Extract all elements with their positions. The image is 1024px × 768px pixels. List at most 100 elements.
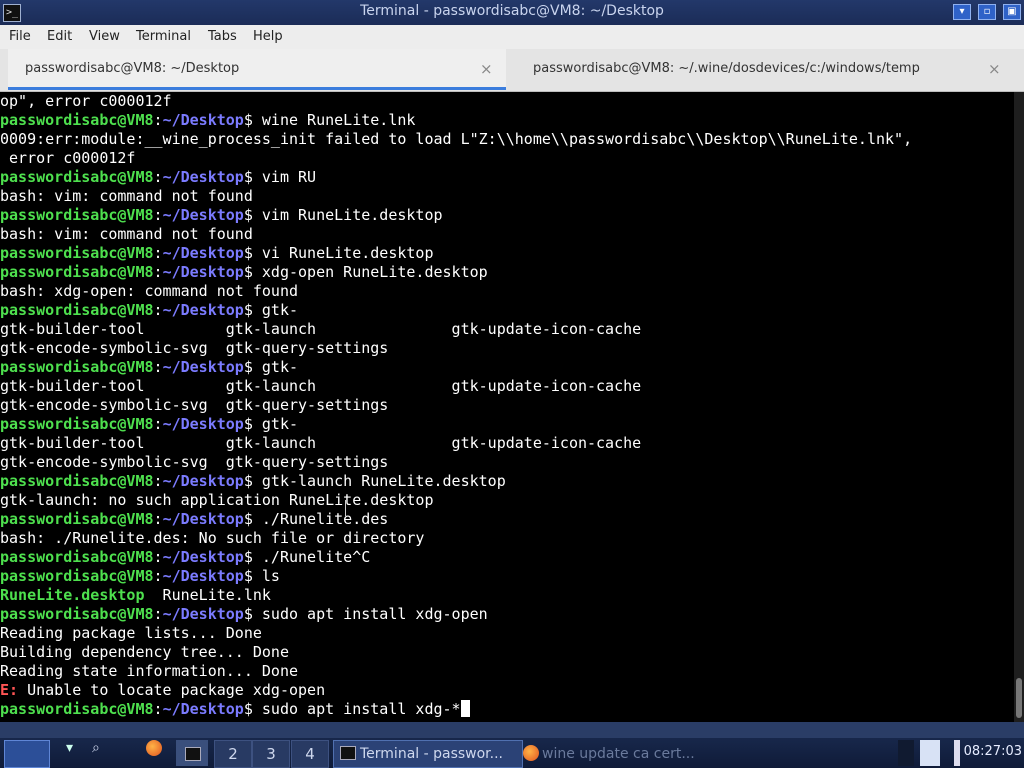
prompt-path: ~/Desktop xyxy=(162,168,244,186)
terminal-launcher-icon[interactable] xyxy=(176,740,208,766)
prompt-path: ~/Desktop xyxy=(162,206,244,224)
terminal-line: passwordisabc@VM8:~/Desktop$ sudo apt in… xyxy=(0,605,1014,624)
terminal-line: bash: vim: command not found xyxy=(0,225,1014,244)
command-text: $ ls xyxy=(243,567,280,585)
prompt-path: ~/Desktop xyxy=(162,605,244,623)
terminal-line: passwordisabc@VM8:~/Desktop$ vim RU xyxy=(0,168,1014,187)
prompt-user: passwordisabc@VM8 xyxy=(0,548,154,566)
window-title: Terminal - passwordisabc@VM8: ~/Desktop xyxy=(360,3,664,19)
prompt-sep: : xyxy=(153,415,163,433)
output-text: op", error c000012f xyxy=(0,92,172,110)
prompt-path: ~/Desktop xyxy=(162,472,244,490)
command-text: $ sudo apt install xdg-open xyxy=(243,605,488,623)
command-text: $ wine RuneLite.lnk xyxy=(243,111,416,129)
display-icon[interactable] xyxy=(920,740,940,766)
prompt-path: ~/Desktop xyxy=(162,358,244,376)
output-text: Reading package lists... Done xyxy=(0,624,262,642)
close-icon[interactable]: ▣ xyxy=(1003,4,1021,20)
tray-indicator-icon[interactable] xyxy=(898,740,914,766)
output-text: bash: vim: command not found xyxy=(0,225,253,243)
terminal-line: E: Unable to locate package xdg-open xyxy=(0,681,1014,700)
scrollbar-thumb[interactable] xyxy=(1016,678,1022,718)
workspace-4[interactable]: 4 xyxy=(291,740,329,768)
tab-label: passwordisabc@VM8: ~/.wine/dosdevices/c:… xyxy=(533,61,920,76)
ls-file: RuneLite.lnk xyxy=(144,586,271,604)
prompt-sep: : xyxy=(153,358,163,376)
tab-desktop[interactable]: passwordisabc@VM8: ~/Desktop × xyxy=(8,49,506,90)
prompt-sep: : xyxy=(153,548,163,566)
command-text: $ gtk- xyxy=(243,301,299,319)
menu-file[interactable]: File xyxy=(9,29,31,44)
window-list-icon[interactable]: ▾ xyxy=(66,740,84,766)
menu-view[interactable]: View xyxy=(89,29,120,44)
prompt-path: ~/Desktop xyxy=(162,510,244,528)
command-text: $ xdg-open RuneLite.desktop xyxy=(243,263,488,281)
minimize-icon[interactable]: ▾ xyxy=(953,4,971,20)
search-icon[interactable]: ⌕ xyxy=(92,740,110,766)
prompt-sep: : xyxy=(153,700,163,718)
output-text: bash: xdg-open: command not found xyxy=(0,282,299,300)
maximize-icon[interactable]: ▫ xyxy=(978,4,996,20)
terminal-line: gtk-builder-tool gtk-launch gtk-update-i… xyxy=(0,320,1014,339)
terminal-line: op", error c000012f xyxy=(0,92,1014,111)
clock[interactable]: 08:27:03 xyxy=(964,744,1022,759)
menu-edit[interactable]: Edit xyxy=(47,29,72,44)
terminal-line: passwordisabc@VM8:~/Desktop$ ls xyxy=(0,567,1014,586)
prompt-sep: : xyxy=(153,567,163,585)
prompt-user: passwordisabc@VM8 xyxy=(0,244,154,262)
command-text: $ gtk- xyxy=(243,415,299,433)
terminal-output[interactable]: op", error c000012f passwordisabc@VM8:~/D… xyxy=(0,92,1014,722)
terminal-line: passwordisabc@VM8:~/Desktop$ gtk- xyxy=(0,415,1014,434)
output-text: Unable to locate package xdg-open xyxy=(18,681,326,699)
terminal-line: RuneLite.desktop RuneLite.lnk xyxy=(0,586,1014,605)
prompt-user: passwordisabc@VM8 xyxy=(0,472,154,490)
prompt-user: passwordisabc@VM8 xyxy=(0,111,154,129)
prompt-sep: : xyxy=(153,472,163,490)
menu-help[interactable]: Help xyxy=(253,29,283,44)
prompt-user: passwordisabc@VM8 xyxy=(0,206,154,224)
terminal-line: bash: vim: command not found xyxy=(0,187,1014,206)
terminal-line: passwordisabc@VM8:~/Desktop$ vi RuneLite… xyxy=(0,244,1014,263)
terminal-line: Reading package lists... Done xyxy=(0,624,1014,643)
firefox-launcher-icon[interactable] xyxy=(146,740,165,766)
output-text: error c000012f xyxy=(0,149,136,167)
terminal-icon xyxy=(340,746,356,760)
terminal-cursor xyxy=(460,700,470,717)
command-text: $ ./Runelite.des xyxy=(243,510,389,528)
prompt-sep: : xyxy=(153,510,163,528)
ls-executable: RuneLite.desktop xyxy=(0,586,145,604)
menu-terminal[interactable]: Terminal xyxy=(136,29,191,44)
output-text: gtk-encode-symbolic-svg gtk-query-settin… xyxy=(0,453,389,471)
prompt-user: passwordisabc@VM8 xyxy=(0,567,154,585)
task-firefox[interactable]: wine update ca cert... xyxy=(516,740,730,768)
tab-close-icon[interactable]: × xyxy=(988,60,1001,78)
output-text: gtk-encode-symbolic-svg gtk-query-settin… xyxy=(0,339,389,357)
menu-tabs[interactable]: Tabs xyxy=(208,29,237,44)
workspace-3[interactable]: 3 xyxy=(252,740,290,768)
terminal-line: Reading state information... Done xyxy=(0,662,1014,681)
prompt-path: ~/Desktop xyxy=(162,111,244,129)
prompt-user: passwordisabc@VM8 xyxy=(0,358,154,376)
tab-wine-temp[interactable]: passwordisabc@VM8: ~/.wine/dosdevices/c:… xyxy=(509,49,1016,89)
volume-icon[interactable] xyxy=(954,740,960,766)
output-text: Building dependency tree... Done xyxy=(0,643,289,661)
terminal-scrollbar[interactable] xyxy=(1014,92,1024,722)
command-text: $ ./Runelite^C xyxy=(243,548,371,566)
prompt-path: ~/Desktop xyxy=(162,567,244,585)
prompt-user: passwordisabc@VM8 xyxy=(0,415,154,433)
workspace-2[interactable]: 2 xyxy=(214,740,252,768)
prompt-path: ~/Desktop xyxy=(162,244,244,262)
prompt-sep: : xyxy=(153,301,163,319)
output-text: Reading state information... Done xyxy=(0,662,299,680)
tab-label: passwordisabc@VM8: ~/Desktop xyxy=(25,61,240,76)
show-desktop-icon[interactable] xyxy=(4,740,50,768)
terminal-line: error c000012f xyxy=(0,149,1014,168)
tab-close-icon[interactable]: × xyxy=(480,60,493,78)
prompt-sep: : xyxy=(153,111,163,129)
window-titlebar[interactable]: >_ Terminal - passwordisabc@VM8: ~/Deskt… xyxy=(0,0,1024,25)
output-text: bash: ./Runelite.des: No such file or di… xyxy=(0,529,425,547)
output-text: bash: vim: command not found xyxy=(0,187,253,205)
terminal-line: passwordisabc@VM8:~/Desktop$ vim RuneLit… xyxy=(0,206,1014,225)
menu-bar: File Edit View Terminal Tabs Help xyxy=(0,25,1024,49)
task-terminal[interactable]: Terminal - passwor... xyxy=(333,740,523,768)
